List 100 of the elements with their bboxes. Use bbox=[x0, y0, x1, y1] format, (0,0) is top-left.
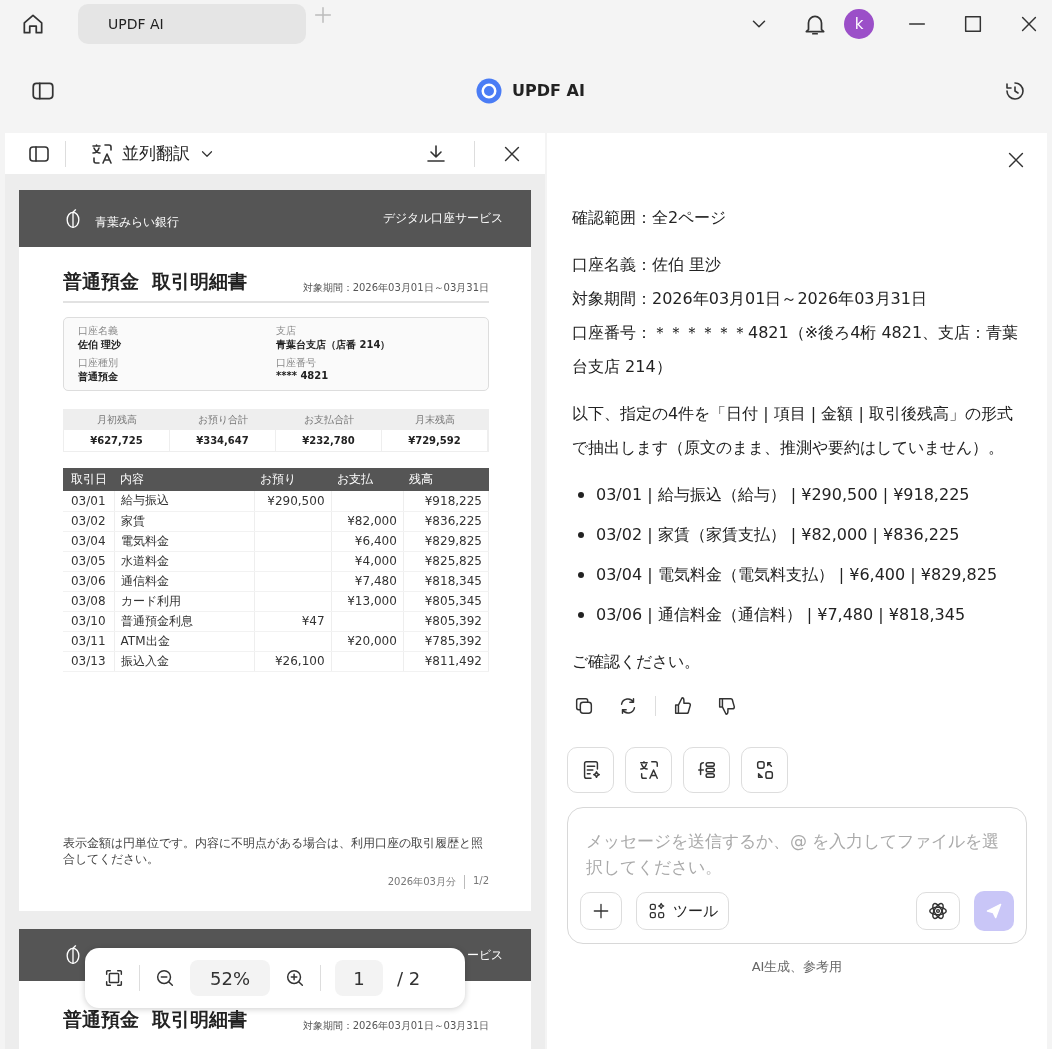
table-cell: 03/13 bbox=[63, 651, 115, 671]
list-item-text: 03/04 | 電気料金（電気料支払） | ¥6,400 | ¥829,825 bbox=[596, 564, 998, 586]
table-cell: 03/04 bbox=[63, 531, 115, 551]
footnote: 表示金額は円単位です。内容に不明点がある場合は、利用口座の取引履歴と照合してください。 bbox=[63, 835, 484, 867]
maximize-icon[interactable] bbox=[962, 13, 984, 35]
table-cell: 振込入金 bbox=[114, 651, 255, 671]
table-cell: ¥7,480 bbox=[331, 571, 404, 591]
table-header: 内容 bbox=[114, 468, 255, 491]
summary-header: お支払合計 bbox=[276, 410, 382, 430]
tab[interactable]: UPDF AI bbox=[78, 4, 306, 44]
table-cell: 通信料金 bbox=[114, 571, 255, 591]
bullet-icon bbox=[578, 612, 584, 618]
summary-header: お預り合計 bbox=[170, 410, 276, 430]
table-cell: 03/06 bbox=[63, 571, 115, 591]
field-value: 青葉台支店（店番 214） bbox=[276, 338, 392, 352]
table-cell: ¥836,225 bbox=[403, 511, 489, 531]
table-cell: 普通預金利息 bbox=[114, 611, 255, 631]
disclaimer-text: AI生成、参考用 bbox=[750, 958, 844, 976]
table-cell: 水道料金 bbox=[114, 551, 255, 571]
zoom-in-icon[interactable] bbox=[284, 967, 306, 989]
service-label: ービス bbox=[467, 946, 503, 964]
page-number: 1/2 bbox=[472, 875, 489, 888]
zoom-out-icon[interactable] bbox=[154, 967, 176, 989]
page-total: / 2 bbox=[397, 967, 421, 989]
table-cell: 03/10 bbox=[63, 611, 115, 631]
message-text: 以下、指定の4件を「日付 | 項目 | 金額 | 取引後残高」の形式で抽出します（原文のまま、推測や要約はしていません）。 bbox=[572, 403, 1014, 459]
field-value: 佐伯 理沙 bbox=[78, 338, 123, 352]
message-text: 確認範囲：全2ページ bbox=[572, 207, 728, 229]
tools-button[interactable]: ツール bbox=[636, 892, 729, 930]
table-cell: 03/01 bbox=[63, 491, 115, 511]
zoom-level-field[interactable]: 52% bbox=[190, 960, 270, 996]
summary-value: ¥334,647 bbox=[170, 430, 276, 451]
page-number-field[interactable]: 1 bbox=[335, 960, 383, 996]
field-label: 支店 bbox=[276, 324, 297, 338]
summary-value: ¥232,780 bbox=[276, 430, 382, 451]
message-input[interactable]: メッセージを送信するか、@ を入力してファイルを選択してください。 ツール bbox=[567, 807, 1027, 944]
table-cell: ¥785,392 bbox=[403, 631, 489, 651]
message-text: 口座名義：佐伯 里沙 bbox=[572, 254, 723, 276]
summary-header: 月初残高 bbox=[64, 410, 170, 430]
copy-icon[interactable] bbox=[573, 695, 595, 717]
list-item-text: 03/06 | 通信料金（通信料） | ¥7,480 | ¥818,345 bbox=[596, 604, 966, 626]
table-header: お支払 bbox=[331, 468, 404, 491]
table-header: 残高 bbox=[403, 468, 489, 491]
summary-value: ¥627,725 bbox=[64, 430, 170, 451]
field-value: **** 4821 bbox=[276, 370, 330, 381]
period-label: 対象期間：2026年03月01日～03月31日 bbox=[302, 1019, 489, 1033]
table-cell: ¥20,000 bbox=[331, 631, 404, 651]
summary-header: 月末残高 bbox=[382, 410, 488, 430]
outline-icon bbox=[695, 759, 718, 781]
table-header: 取引日 bbox=[63, 468, 115, 491]
table-cell: 03/02 bbox=[63, 511, 115, 531]
table-cell: ¥6,400 bbox=[331, 531, 404, 551]
statement-month: 2026年03月分 bbox=[387, 875, 456, 889]
bullet-icon bbox=[578, 492, 584, 498]
table-cell: ¥818,345 bbox=[403, 571, 489, 591]
service-label: デジタル口座サービス bbox=[383, 210, 503, 227]
period-label: 対象期間：2026年03月01日～03月31日 bbox=[302, 281, 489, 295]
convert-button[interactable] bbox=[741, 747, 788, 793]
message-text: 口座番号：＊＊＊＊＊＊4821（※後ろ4桁 4821、支店：青葉台支店 214） bbox=[572, 322, 1020, 378]
table-cell: ATM出金 bbox=[114, 631, 255, 651]
table-cell: 03/05 bbox=[63, 551, 115, 571]
add-button[interactable] bbox=[580, 892, 622, 930]
field-value: 普通預金 bbox=[78, 370, 119, 384]
bullet-icon bbox=[578, 532, 584, 538]
bank-name: 青葉みらい銀行 bbox=[95, 214, 180, 231]
table-cell: ¥82,000 bbox=[331, 511, 404, 531]
table-cell: 03/08 bbox=[63, 591, 115, 611]
table-cell: 給与振込 bbox=[114, 491, 255, 511]
table-cell: ¥805,345 bbox=[403, 591, 489, 611]
fit-page-icon[interactable] bbox=[103, 967, 125, 989]
table-cell: 家賃 bbox=[114, 511, 255, 531]
outline-button[interactable] bbox=[683, 747, 730, 793]
field-label: 口座番号 bbox=[276, 356, 317, 370]
translate-icon[interactable] bbox=[90, 141, 114, 166]
document-title: 普通預金 取引明細書 bbox=[63, 1007, 248, 1032]
thumbs-down-icon[interactable] bbox=[716, 695, 738, 717]
table-cell: ¥47 bbox=[254, 611, 332, 631]
table-header: お預り bbox=[254, 468, 332, 491]
translate-button[interactable] bbox=[625, 747, 672, 793]
send-icon bbox=[984, 901, 1004, 921]
table-cell: ¥13,000 bbox=[331, 591, 404, 611]
translate-mode-label[interactable]: 並列翻訳 bbox=[122, 142, 190, 165]
model-button[interactable] bbox=[916, 892, 960, 930]
table-cell: カード利用 bbox=[114, 591, 255, 611]
atom-icon bbox=[927, 900, 949, 922]
avatar[interactable]: k bbox=[844, 9, 874, 39]
plus-icon bbox=[591, 901, 611, 921]
table-cell: ¥829,825 bbox=[403, 531, 489, 551]
field-label: 口座名義 bbox=[78, 324, 119, 338]
table-cell: ¥26,100 bbox=[254, 651, 332, 671]
table-cell: ¥4,000 bbox=[331, 551, 404, 571]
table-cell: ¥805,392 bbox=[403, 611, 489, 631]
table-cell: 03/11 bbox=[63, 631, 115, 651]
thumbs-up-icon[interactable] bbox=[672, 695, 694, 717]
list-item-text: 03/01 | 給与振込（給与） | ¥290,500 | ¥918,225 bbox=[596, 484, 970, 506]
summarize-button[interactable] bbox=[567, 747, 614, 793]
field-label: 口座種別 bbox=[78, 356, 119, 370]
table-cell: ¥811,492 bbox=[403, 651, 489, 671]
table-cell: ¥825,825 bbox=[403, 551, 489, 571]
table-cell: 電気料金 bbox=[114, 531, 255, 551]
